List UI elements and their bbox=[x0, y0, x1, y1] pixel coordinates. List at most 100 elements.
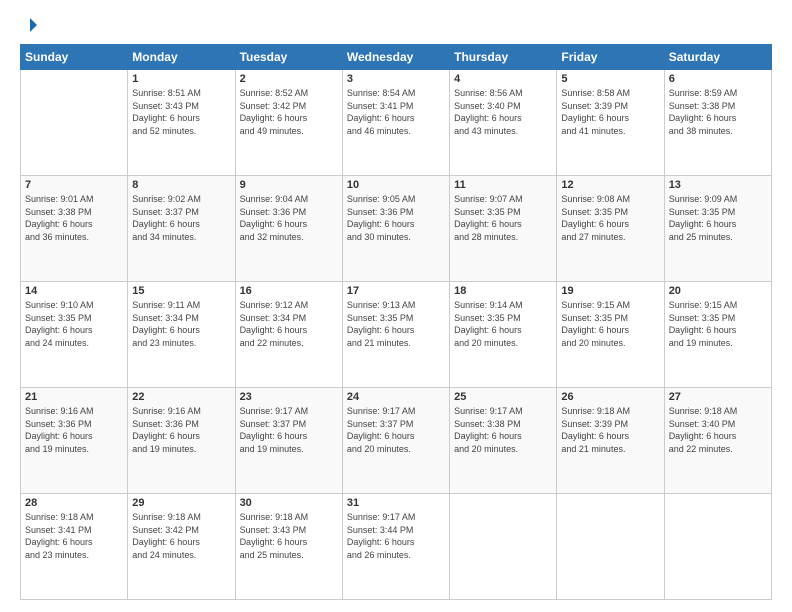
day-info: Sunrise: 8:58 AM Sunset: 3:39 PM Dayligh… bbox=[561, 87, 659, 137]
day-info: Sunrise: 9:08 AM Sunset: 3:35 PM Dayligh… bbox=[561, 193, 659, 243]
calendar-cell: 30 Sunrise: 9:18 AM Sunset: 3:43 PM Dayli… bbox=[235, 494, 342, 600]
day-info: Sunrise: 9:17 AM Sunset: 3:38 PM Dayligh… bbox=[454, 405, 552, 455]
calendar-cell: 4 Sunrise: 8:56 AM Sunset: 3:40 PM Daylig… bbox=[450, 70, 557, 176]
day-number: 15 bbox=[132, 285, 230, 297]
header bbox=[20, 16, 772, 34]
day-info: Sunrise: 9:16 AM Sunset: 3:36 PM Dayligh… bbox=[132, 405, 230, 455]
calendar-cell: 11 Sunrise: 9:07 AM Sunset: 3:35 PM Dayli… bbox=[450, 176, 557, 282]
calendar-week-3: 14 Sunrise: 9:10 AM Sunset: 3:35 PM Dayli… bbox=[21, 282, 772, 388]
calendar-cell: 5 Sunrise: 8:58 AM Sunset: 3:39 PM Daylig… bbox=[557, 70, 664, 176]
day-number: 19 bbox=[561, 285, 659, 297]
day-number: 21 bbox=[25, 391, 123, 403]
calendar-header-sunday: Sunday bbox=[21, 45, 128, 70]
day-number: 1 bbox=[132, 73, 230, 85]
day-info: Sunrise: 9:07 AM Sunset: 3:35 PM Dayligh… bbox=[454, 193, 552, 243]
calendar-cell: 25 Sunrise: 9:17 AM Sunset: 3:38 PM Dayli… bbox=[450, 388, 557, 494]
day-info: Sunrise: 8:56 AM Sunset: 3:40 PM Dayligh… bbox=[454, 87, 552, 137]
day-info: Sunrise: 9:02 AM Sunset: 3:37 PM Dayligh… bbox=[132, 193, 230, 243]
calendar-week-1: 1 Sunrise: 8:51 AM Sunset: 3:43 PM Daylig… bbox=[21, 70, 772, 176]
day-info: Sunrise: 9:18 AM Sunset: 3:40 PM Dayligh… bbox=[669, 405, 767, 455]
calendar-cell: 2 Sunrise: 8:52 AM Sunset: 3:42 PM Daylig… bbox=[235, 70, 342, 176]
day-number: 25 bbox=[454, 391, 552, 403]
day-info: Sunrise: 9:12 AM Sunset: 3:34 PM Dayligh… bbox=[240, 299, 338, 349]
day-number: 5 bbox=[561, 73, 659, 85]
calendar-header-tuesday: Tuesday bbox=[235, 45, 342, 70]
day-number: 7 bbox=[25, 179, 123, 191]
logo-text bbox=[20, 16, 40, 34]
day-info: Sunrise: 8:51 AM Sunset: 3:43 PM Dayligh… bbox=[132, 87, 230, 137]
calendar-cell: 31 Sunrise: 9:17 AM Sunset: 3:44 PM Dayli… bbox=[342, 494, 449, 600]
day-info: Sunrise: 9:18 AM Sunset: 3:43 PM Dayligh… bbox=[240, 511, 338, 561]
day-info: Sunrise: 9:15 AM Sunset: 3:35 PM Dayligh… bbox=[561, 299, 659, 349]
day-number: 12 bbox=[561, 179, 659, 191]
day-info: Sunrise: 9:04 AM Sunset: 3:36 PM Dayligh… bbox=[240, 193, 338, 243]
calendar-cell: 20 Sunrise: 9:15 AM Sunset: 3:35 PM Dayli… bbox=[664, 282, 771, 388]
day-info: Sunrise: 9:17 AM Sunset: 3:37 PM Dayligh… bbox=[240, 405, 338, 455]
calendar-header-row: SundayMondayTuesdayWednesdayThursdayFrid… bbox=[21, 45, 772, 70]
day-number: 20 bbox=[669, 285, 767, 297]
day-number: 26 bbox=[561, 391, 659, 403]
calendar-cell: 6 Sunrise: 8:59 AM Sunset: 3:38 PM Daylig… bbox=[664, 70, 771, 176]
day-number: 22 bbox=[132, 391, 230, 403]
calendar-cell: 22 Sunrise: 9:16 AM Sunset: 3:36 PM Dayli… bbox=[128, 388, 235, 494]
calendar-cell: 10 Sunrise: 9:05 AM Sunset: 3:36 PM Dayli… bbox=[342, 176, 449, 282]
day-number: 29 bbox=[132, 497, 230, 509]
day-number: 28 bbox=[25, 497, 123, 509]
day-number: 17 bbox=[347, 285, 445, 297]
calendar-table: SundayMondayTuesdayWednesdayThursdayFrid… bbox=[20, 44, 772, 600]
calendar-header-friday: Friday bbox=[557, 45, 664, 70]
day-info: Sunrise: 9:10 AM Sunset: 3:35 PM Dayligh… bbox=[25, 299, 123, 349]
calendar-cell: 26 Sunrise: 9:18 AM Sunset: 3:39 PM Dayli… bbox=[557, 388, 664, 494]
day-number: 11 bbox=[454, 179, 552, 191]
day-number: 3 bbox=[347, 73, 445, 85]
calendar-cell: 12 Sunrise: 9:08 AM Sunset: 3:35 PM Dayli… bbox=[557, 176, 664, 282]
calendar-header-monday: Monday bbox=[128, 45, 235, 70]
day-info: Sunrise: 8:59 AM Sunset: 3:38 PM Dayligh… bbox=[669, 87, 767, 137]
day-info: Sunrise: 8:54 AM Sunset: 3:41 PM Dayligh… bbox=[347, 87, 445, 137]
day-number: 31 bbox=[347, 497, 445, 509]
calendar-cell: 18 Sunrise: 9:14 AM Sunset: 3:35 PM Dayli… bbox=[450, 282, 557, 388]
day-info: Sunrise: 9:09 AM Sunset: 3:35 PM Dayligh… bbox=[669, 193, 767, 243]
day-number: 27 bbox=[669, 391, 767, 403]
calendar-cell: 14 Sunrise: 9:10 AM Sunset: 3:35 PM Dayli… bbox=[21, 282, 128, 388]
day-number: 2 bbox=[240, 73, 338, 85]
calendar-cell: 16Sunrise: 9:12 AM Sunset: 3:34 PM Dayli… bbox=[235, 282, 342, 388]
day-number: 24 bbox=[347, 391, 445, 403]
day-number: 18 bbox=[454, 285, 552, 297]
day-number: 13 bbox=[669, 179, 767, 191]
calendar-cell bbox=[557, 494, 664, 600]
calendar-cell: 17Sunrise: 9:13 AM Sunset: 3:35 PM Dayli… bbox=[342, 282, 449, 388]
day-info: Sunrise: 9:16 AM Sunset: 3:36 PM Dayligh… bbox=[25, 405, 123, 455]
day-info: Sunrise: 9:11 AM Sunset: 3:34 PM Dayligh… bbox=[132, 299, 230, 349]
calendar-header-thursday: Thursday bbox=[450, 45, 557, 70]
calendar-week-5: 28Sunrise: 9:18 AM Sunset: 3:41 PM Dayli… bbox=[21, 494, 772, 600]
day-number: 8 bbox=[132, 179, 230, 191]
day-info: Sunrise: 9:15 AM Sunset: 3:35 PM Dayligh… bbox=[669, 299, 767, 349]
day-number: 4 bbox=[454, 73, 552, 85]
calendar-cell bbox=[21, 70, 128, 176]
page: SundayMondayTuesdayWednesdayThursdayFrid… bbox=[0, 0, 792, 612]
calendar-cell: 24Sunrise: 9:17 AM Sunset: 3:37 PM Dayli… bbox=[342, 388, 449, 494]
day-number: 14 bbox=[25, 285, 123, 297]
day-info: Sunrise: 9:17 AM Sunset: 3:44 PM Dayligh… bbox=[347, 511, 445, 561]
day-number: 30 bbox=[240, 497, 338, 509]
day-info: Sunrise: 9:18 AM Sunset: 3:42 PM Dayligh… bbox=[132, 511, 230, 561]
calendar-cell: 1 Sunrise: 8:51 AM Sunset: 3:43 PM Daylig… bbox=[128, 70, 235, 176]
day-info: Sunrise: 9:14 AM Sunset: 3:35 PM Dayligh… bbox=[454, 299, 552, 349]
day-info: Sunrise: 9:05 AM Sunset: 3:36 PM Dayligh… bbox=[347, 193, 445, 243]
calendar-cell: 27 Sunrise: 9:18 AM Sunset: 3:40 PM Dayli… bbox=[664, 388, 771, 494]
day-info: Sunrise: 9:01 AM Sunset: 3:38 PM Dayligh… bbox=[25, 193, 123, 243]
calendar-cell: 29 Sunrise: 9:18 AM Sunset: 3:42 PM Dayli… bbox=[128, 494, 235, 600]
calendar-cell bbox=[450, 494, 557, 600]
logo bbox=[20, 16, 40, 34]
calendar-cell: 19 Sunrise: 9:15 AM Sunset: 3:35 PM Dayli… bbox=[557, 282, 664, 388]
calendar-cell: 23Sunrise: 9:17 AM Sunset: 3:37 PM Dayli… bbox=[235, 388, 342, 494]
calendar-cell: 8 Sunrise: 9:02 AM Sunset: 3:37 PM Daylig… bbox=[128, 176, 235, 282]
calendar-cell: 9Sunrise: 9:04 AM Sunset: 3:36 PM Daylig… bbox=[235, 176, 342, 282]
calendar-cell: 15 Sunrise: 9:11 AM Sunset: 3:34 PM Dayli… bbox=[128, 282, 235, 388]
day-number: 6 bbox=[669, 73, 767, 85]
day-info: Sunrise: 9:18 AM Sunset: 3:39 PM Dayligh… bbox=[561, 405, 659, 455]
day-info: Sunrise: 8:52 AM Sunset: 3:42 PM Dayligh… bbox=[240, 87, 338, 137]
day-number: 10 bbox=[347, 179, 445, 191]
calendar-cell: 3 Sunrise: 8:54 AM Sunset: 3:41 PM Daylig… bbox=[342, 70, 449, 176]
